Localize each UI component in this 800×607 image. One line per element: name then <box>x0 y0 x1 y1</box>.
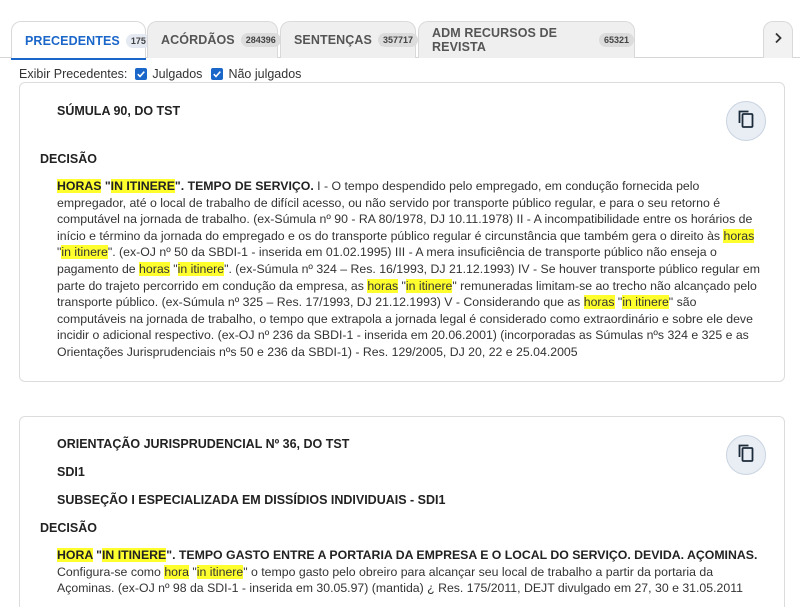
checkbox-nao-julgados[interactable] <box>211 68 224 80</box>
precedent-card: SÚMULA 90, DO TST DECISÃO HORAS "IN ITIN… <box>19 82 785 382</box>
precedent-card: ORIENTAÇÃO JURISPRUDENCIAL Nº 36, DO TST… <box>19 416 785 607</box>
filter-label: Exibir Precedentes: <box>19 67 128 81</box>
checkbox-label: Não julgados <box>228 67 302 81</box>
search-highlight: hora <box>164 564 189 579</box>
search-highlight: horas <box>367 278 399 293</box>
copy-icon <box>737 443 755 468</box>
tab-label: PRECEDENTES <box>25 33 120 48</box>
decision-label: DECISÃO <box>40 521 97 535</box>
tab-bar: PRECEDENTES 175 ACÓRDÃOS 284396 SENTENÇA… <box>0 0 800 60</box>
copy-icon <box>737 109 755 134</box>
search-highlight: in itinere <box>622 295 669 310</box>
tab-label: SENTENÇAS <box>294 33 372 47</box>
filter-option-nao-julgados[interactable]: Não julgados <box>211 67 301 81</box>
tab-label: ADM RECURSOS DE REVISTA <box>432 26 558 54</box>
copy-button[interactable] <box>726 101 766 141</box>
search-highlight: IN ITINERE <box>102 548 167 562</box>
tab-acordaos[interactable]: ACÓRDÃOS 284396 <box>147 21 281 58</box>
search-highlight: horas <box>139 261 170 276</box>
filter-option-julgados[interactable]: Julgados <box>135 67 202 81</box>
search-highlight: horas <box>583 295 615 310</box>
precedent-body-full-name: SUBSEÇÃO I ESPECIALIZADA EM DISSÍDIOS IN… <box>57 493 446 507</box>
tab-adm-recursos-de-revista[interactable]: ADM RECURSOS DE REVISTA 65321 <box>418 21 635 58</box>
summary-heading: HORA "IN ITINERE". TEMPO GASTO ENTRE A P… <box>57 548 758 562</box>
precedent-body-name: SDI1 <box>57 465 85 479</box>
chevron-right-icon <box>773 31 783 49</box>
tab-count-badge: 65321 <box>598 33 634 47</box>
copy-button[interactable] <box>726 435 766 475</box>
search-highlight: HORAS <box>57 179 102 193</box>
precedent-title: ORIENTAÇÃO JURISPRUDENCIAL Nº 36, DO TST <box>57 437 350 451</box>
search-highlight: in itinere <box>61 245 108 260</box>
search-highlight: in itinere <box>196 564 244 579</box>
summary-heading: HORAS "IN ITINERE". TEMPO DE SERVIÇO. <box>57 179 314 193</box>
search-highlight: HORA <box>57 548 93 562</box>
tab-count-badge: 357717 <box>378 33 419 47</box>
tab-sentencas[interactable]: SENTENÇAS 357717 <box>280 21 419 58</box>
tab-precedentes[interactable]: PRECEDENTES 175 <box>11 21 151 60</box>
precedents-filter: Exibir Precedentes: Julgados Não julgado… <box>19 66 301 82</box>
checkbox-label: Julgados <box>152 67 203 81</box>
tab-count-badge: 284396 <box>240 33 281 47</box>
tab-scroll-next-button[interactable] <box>763 21 793 58</box>
precedent-title: SÚMULA 90, DO TST <box>57 104 181 118</box>
decision-text: HORA "IN ITINERE". TEMPO GASTO ENTRE A P… <box>57 548 758 596</box>
checkbox-julgados[interactable] <box>135 68 148 80</box>
search-highlight: IN ITINERE <box>110 179 175 193</box>
search-highlight: in itinere <box>405 278 453 293</box>
decision-text: HORAS "IN ITINERE". TEMPO DE SERVIÇO. I … <box>57 179 760 359</box>
tab-label: ACÓRDÃOS <box>161 33 235 47</box>
decision-label: DECISÃO <box>40 152 97 166</box>
search-highlight: horas <box>723 228 755 243</box>
search-highlight: in itinere <box>177 261 225 276</box>
